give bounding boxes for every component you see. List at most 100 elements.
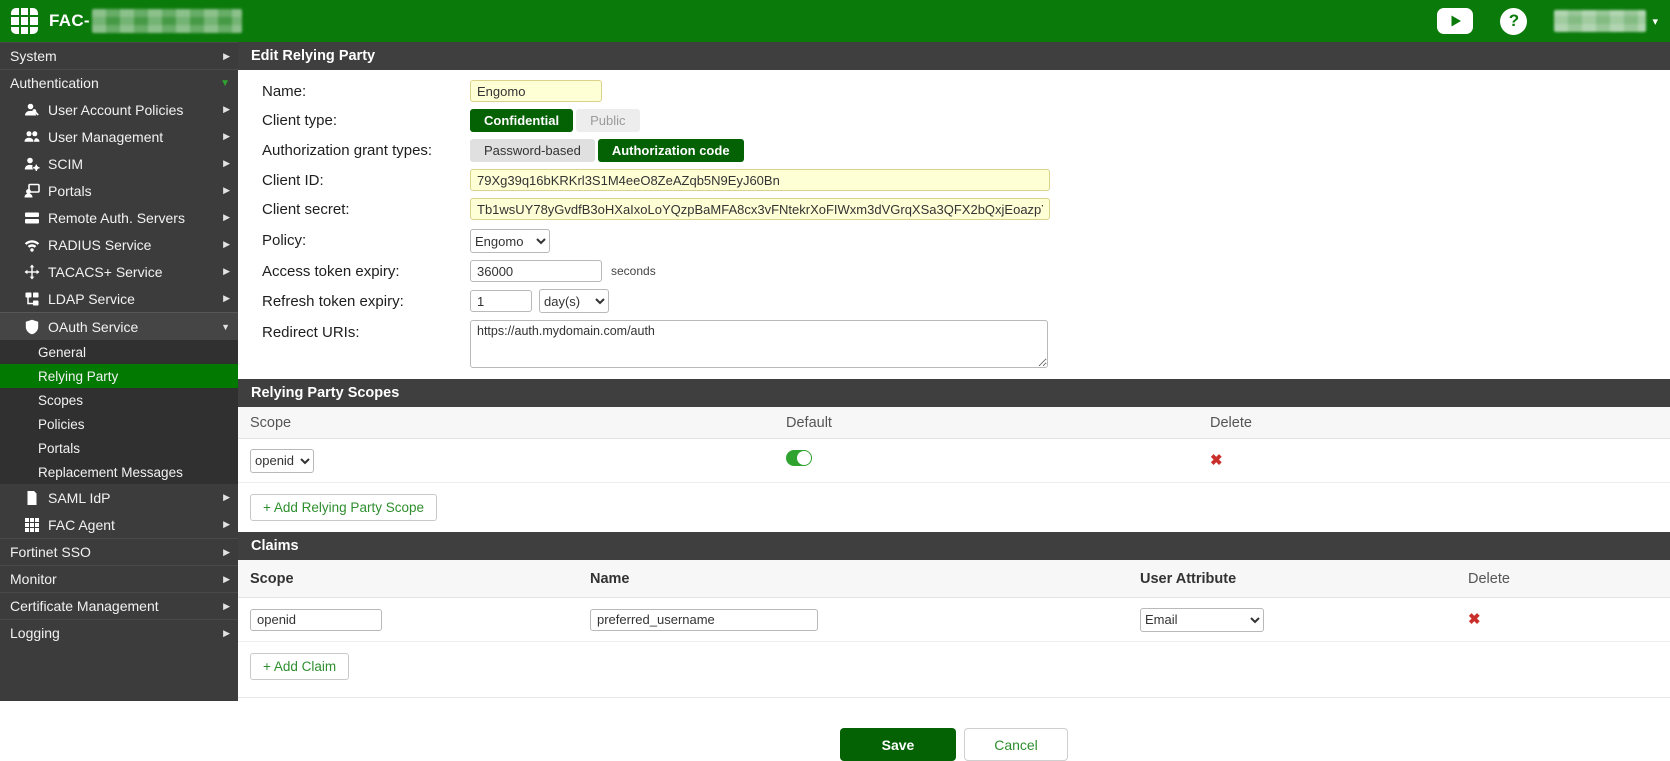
sidebar-item-oauth-replacement-messages[interactable]: Replacement Messages xyxy=(0,460,238,484)
sidebar-item-oauth-service[interactable]: OAuth Service ▼ xyxy=(0,312,238,340)
name-input[interactable] xyxy=(470,80,602,102)
chevron-right-icon: ▶ xyxy=(223,212,230,223)
redirect-uris-label: Redirect URIs: xyxy=(262,320,470,341)
sidebar-item-radius-service[interactable]: RADIUS Service ▶ xyxy=(0,231,238,258)
grant-authorization-code-button[interactable]: Authorization code xyxy=(598,139,744,162)
user-gear-icon xyxy=(24,156,40,172)
chevron-down-icon: ▼ xyxy=(220,78,230,89)
default-toggle[interactable] xyxy=(786,450,812,466)
relying-party-form: Name: Client type: Confidential Public A… xyxy=(238,70,1670,379)
refresh-token-expiry-label: Refresh token expiry: xyxy=(262,293,470,310)
grant-password-based-button[interactable]: Password-based xyxy=(470,139,595,162)
scopes-col-default: Default xyxy=(786,415,1200,431)
server-icon xyxy=(24,210,40,226)
scopes-col-delete: Delete xyxy=(1200,415,1670,431)
sidebar-item-oauth-policies[interactable]: Policies xyxy=(0,412,238,436)
cancel-button[interactable]: Cancel xyxy=(964,728,1068,761)
divider xyxy=(238,697,1670,698)
claim-name-input[interactable] xyxy=(590,609,818,631)
sidebar-item-portals[interactable]: Portals ▶ xyxy=(0,177,238,204)
form-actions: Save Cancel xyxy=(238,728,1670,761)
help-icon[interactable]: ? xyxy=(1500,8,1527,35)
add-relying-party-scope-button[interactable]: + Add Relying Party Scope xyxy=(250,494,437,521)
user-wrench-icon xyxy=(24,102,40,118)
claims-col-delete: Delete xyxy=(1440,571,1670,587)
redacted-hostname xyxy=(92,9,242,33)
sidebar-item-tacacs-service[interactable]: TACACS+ Service ▶ xyxy=(0,258,238,285)
user-menu[interactable]: ▾ xyxy=(1554,10,1658,32)
chevron-right-icon: ▶ xyxy=(223,104,230,115)
main-content: Edit Relying Party Name: Client type: Co… xyxy=(238,42,1670,747)
chevron-right-icon: ▶ xyxy=(223,158,230,169)
sidebar-item-authentication[interactable]: Authentication ▼ xyxy=(0,69,238,96)
claim-user-attribute-select[interactable]: Email xyxy=(1140,608,1264,632)
sidebar-item-oauth-portals[interactable]: Portals xyxy=(0,436,238,460)
claims-section-title: Claims xyxy=(238,532,1670,560)
grid-icon xyxy=(24,517,40,533)
chevron-right-icon: ▶ xyxy=(223,293,230,304)
name-label: Name: xyxy=(262,83,470,100)
chevron-right-icon: ▶ xyxy=(223,519,230,530)
client-id-label: Client ID: xyxy=(262,172,470,189)
claim-scope-input[interactable] xyxy=(250,609,382,631)
policy-select[interactable]: Engomo xyxy=(470,229,550,253)
client-secret-input[interactable] xyxy=(470,198,1050,220)
chevron-right-icon: ▶ xyxy=(223,51,230,62)
fortinet-grid-logo xyxy=(11,8,38,35)
sidebar-item-logging[interactable]: Logging ▶ xyxy=(0,619,238,646)
sidebar-item-system[interactable]: System ▶ xyxy=(0,42,238,69)
client-type-public-button[interactable]: Public xyxy=(576,109,639,132)
scope-row: openid ✖ xyxy=(238,439,1670,483)
chevron-right-icon: ▶ xyxy=(223,185,230,196)
page-title: Edit Relying Party xyxy=(238,42,1670,70)
scopes-section-title: Relying Party Scopes xyxy=(238,379,1670,407)
document-icon xyxy=(24,490,40,506)
sidebar-item-oauth-general[interactable]: General xyxy=(0,340,238,364)
sidebar-item-user-account-policies[interactable]: User Account Policies ▶ xyxy=(0,96,238,123)
chevron-right-icon: ▶ xyxy=(223,266,230,277)
chevron-right-icon: ▶ xyxy=(223,574,230,585)
access-token-unit: seconds xyxy=(611,264,656,278)
delete-claim-icon[interactable]: ✖ xyxy=(1468,611,1481,628)
grant-types-label: Authorization grant types: xyxy=(262,142,470,159)
sidebar-item-fac-agent[interactable]: FAC Agent ▶ xyxy=(0,511,238,538)
chevron-right-icon: ▶ xyxy=(223,239,230,250)
youtube-icon[interactable] xyxy=(1437,8,1473,34)
sidebar-item-monitor[interactable]: Monitor ▶ xyxy=(0,565,238,592)
delete-scope-icon[interactable]: ✖ xyxy=(1210,452,1223,469)
refresh-token-expiry-input[interactable] xyxy=(470,290,532,312)
client-id-input[interactable] xyxy=(470,169,1050,191)
sidebar-item-oauth-relying-party[interactable]: Relying Party xyxy=(0,364,238,388)
users-icon xyxy=(24,129,40,145)
sidebar-item-oauth-scopes[interactable]: Scopes xyxy=(0,388,238,412)
add-claim-button[interactable]: + Add Claim xyxy=(250,653,349,680)
refresh-token-unit-select[interactable]: day(s) xyxy=(539,289,609,313)
scope-select[interactable]: openid xyxy=(250,449,314,473)
caret-down-icon: ▾ xyxy=(1652,15,1658,28)
claims-col-name: Name xyxy=(590,571,1140,587)
sidebar-item-user-management[interactable]: User Management ▶ xyxy=(0,123,238,150)
client-secret-label: Client secret: xyxy=(262,201,470,218)
access-token-expiry-input[interactable] xyxy=(470,260,602,282)
chevron-down-icon: ▼ xyxy=(221,322,230,332)
sidebar-item-certificate-management[interactable]: Certificate Management ▶ xyxy=(0,592,238,619)
claims-table-header: Scope Name User Attribute Delete xyxy=(238,560,1670,598)
top-bar: FAC- ? ▾ xyxy=(0,0,1670,42)
sidebar-item-remote-auth-servers[interactable]: Remote Auth. Servers ▶ xyxy=(0,204,238,231)
client-type-confidential-button[interactable]: Confidential xyxy=(470,109,573,132)
access-token-expiry-label: Access token expiry: xyxy=(262,263,470,280)
sidebar-item-ldap-service[interactable]: LDAP Service ▶ xyxy=(0,285,238,312)
sidebar-item-saml-idp[interactable]: SAML IdP ▶ xyxy=(0,484,238,511)
client-type-label: Client type: xyxy=(262,112,470,129)
cross-arrows-icon xyxy=(24,264,40,280)
scopes-col-scope: Scope xyxy=(250,415,786,431)
chevron-right-icon: ▶ xyxy=(223,547,230,558)
sidebar-item-fortinet-sso[interactable]: Fortinet SSO ▶ xyxy=(0,538,238,565)
chevron-right-icon: ▶ xyxy=(223,628,230,639)
sidebar-item-scim[interactable]: SCIM ▶ xyxy=(0,150,238,177)
claims-col-scope: Scope xyxy=(250,571,590,587)
hierarchy-icon xyxy=(24,291,40,307)
redirect-uris-textarea[interactable]: https://auth.mydomain.com/auth xyxy=(470,320,1048,368)
product-name: FAC- xyxy=(49,11,90,31)
save-button[interactable]: Save xyxy=(840,728,956,761)
